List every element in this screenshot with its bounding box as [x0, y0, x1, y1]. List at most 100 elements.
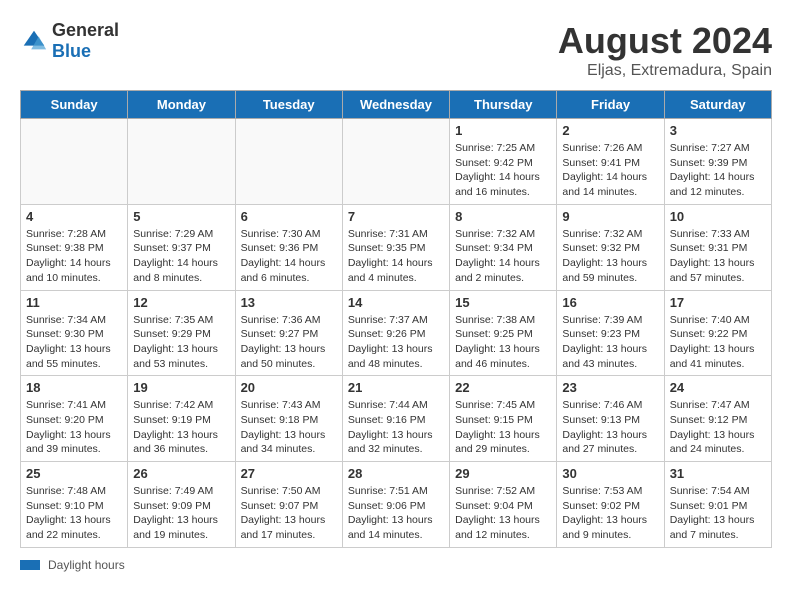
calendar-day-cell: 15Sunrise: 7:38 AM Sunset: 9:25 PM Dayli…	[450, 290, 557, 376]
calendar-day-cell: 26 Sunrise: 7:49 AM Sunset: 9:09 PM Dayli…	[128, 462, 235, 548]
calendar-day-cell: 6 Sunrise: 7:30 AM Sunset: 9:36 PM Daylig…	[235, 204, 342, 290]
day-info: Sunrise: 7:42 AM Sunset: 9:19 PM Dayligh…	[133, 398, 229, 457]
page-subtitle: Eljas, Extremadura, Spain	[558, 62, 772, 80]
calendar-day-cell: 16 Sunrise: 7:39 AM Sunset: 9:23 PM Dayli…	[557, 290, 664, 376]
logo-text: General Blue	[52, 20, 119, 62]
day-info: Sunrise: 7:30 AM Sunset: 9:36 PM Dayligh…	[241, 227, 337, 286]
day-info: Sunrise: 7:34 AM Sunset: 9:30 PM Dayligh…	[26, 313, 122, 372]
day-number: 24	[670, 380, 766, 395]
calendar-day-cell: 9 Sunrise: 7:32 AM Sunset: 9:32 PM Daylig…	[557, 204, 664, 290]
calendar-day-cell: 8Sunrise: 7:32 AM Sunset: 9:34 PM Daylig…	[450, 204, 557, 290]
calendar-day-cell: 3 Sunrise: 7:27 AM Sunset: 9:39 PM Daylig…	[664, 119, 771, 205]
day-number: 26	[133, 466, 229, 481]
day-number: 19	[133, 380, 229, 395]
day-info: Sunrise: 7:26 AM Sunset: 9:41 PM Dayligh…	[562, 141, 658, 200]
day-number: 23	[562, 380, 658, 395]
calendar-week-row: 11Sunrise: 7:34 AM Sunset: 9:30 PM Dayli…	[21, 290, 772, 376]
day-number: 14	[348, 295, 444, 310]
legend-label: Daylight hours	[48, 558, 125, 572]
calendar-day-cell: 17Sunrise: 7:40 AM Sunset: 9:22 PM Dayli…	[664, 290, 771, 376]
day-info: Sunrise: 7:35 AM Sunset: 9:29 PM Dayligh…	[133, 313, 229, 372]
day-info: Sunrise: 7:51 AM Sunset: 9:06 PM Dayligh…	[348, 484, 444, 543]
calendar-day-cell: 30 Sunrise: 7:53 AM Sunset: 9:02 PM Dayli…	[557, 462, 664, 548]
calendar-day-cell: 13 Sunrise: 7:36 AM Sunset: 9:27 PM Dayli…	[235, 290, 342, 376]
day-number: 30	[562, 466, 658, 481]
day-number: 16	[562, 295, 658, 310]
day-info: Sunrise: 7:53 AM Sunset: 9:02 PM Dayligh…	[562, 484, 658, 543]
day-info: Sunrise: 7:45 AM Sunset: 9:15 PM Dayligh…	[455, 398, 551, 457]
day-info: Sunrise: 7:39 AM Sunset: 9:23 PM Dayligh…	[562, 313, 658, 372]
calendar-body: 1 Sunrise: 7:25 AM Sunset: 9:42 PM Daylig…	[21, 119, 772, 548]
calendar-table: SundayMondayTuesdayWednesdayThursdayFrid…	[20, 90, 772, 548]
day-number: 10	[670, 209, 766, 224]
day-number: 8	[455, 209, 551, 224]
day-number: 25	[26, 466, 122, 481]
day-number: 15	[455, 295, 551, 310]
day-info: Sunrise: 7:29 AM Sunset: 9:37 PM Dayligh…	[133, 227, 229, 286]
day-info: Sunrise: 7:31 AM Sunset: 9:35 PM Dayligh…	[348, 227, 444, 286]
day-info: Sunrise: 7:47 AM Sunset: 9:12 PM Dayligh…	[670, 398, 766, 457]
day-number: 20	[241, 380, 337, 395]
day-info: Sunrise: 7:41 AM Sunset: 9:20 PM Dayligh…	[26, 398, 122, 457]
calendar-day-cell: 10 Sunrise: 7:33 AM Sunset: 9:31 PM Dayli…	[664, 204, 771, 290]
day-info: Sunrise: 7:36 AM Sunset: 9:27 PM Dayligh…	[241, 313, 337, 372]
calendar-header-row: SundayMondayTuesdayWednesdayThursdayFrid…	[21, 91, 772, 119]
calendar-day-cell: 14 Sunrise: 7:37 AM Sunset: 9:26 PM Dayli…	[342, 290, 449, 376]
day-number: 7	[348, 209, 444, 224]
day-number: 29	[455, 466, 551, 481]
calendar-day-cell: 18 Sunrise: 7:41 AM Sunset: 9:20 PM Dayli…	[21, 376, 128, 462]
calendar-header-cell: Thursday	[450, 91, 557, 119]
day-number: 3	[670, 123, 766, 138]
calendar-day-cell: 23Sunrise: 7:46 AM Sunset: 9:13 PM Dayli…	[557, 376, 664, 462]
calendar-day-cell: 24 Sunrise: 7:47 AM Sunset: 9:12 PM Dayli…	[664, 376, 771, 462]
calendar-week-row: 25Sunrise: 7:48 AM Sunset: 9:10 PM Dayli…	[21, 462, 772, 548]
calendar-day-cell: 19 Sunrise: 7:42 AM Sunset: 9:19 PM Dayli…	[128, 376, 235, 462]
day-info: Sunrise: 7:44 AM Sunset: 9:16 PM Dayligh…	[348, 398, 444, 457]
calendar-day-cell: 25Sunrise: 7:48 AM Sunset: 9:10 PM Dayli…	[21, 462, 128, 548]
calendar-day-cell: 11Sunrise: 7:34 AM Sunset: 9:30 PM Dayli…	[21, 290, 128, 376]
calendar-header-cell: Friday	[557, 91, 664, 119]
page-title: August 2024	[558, 20, 772, 62]
day-number: 9	[562, 209, 658, 224]
day-info: Sunrise: 7:37 AM Sunset: 9:26 PM Dayligh…	[348, 313, 444, 372]
day-info: Sunrise: 7:33 AM Sunset: 9:31 PM Dayligh…	[670, 227, 766, 286]
calendar-week-row: 18 Sunrise: 7:41 AM Sunset: 9:20 PM Dayli…	[21, 376, 772, 462]
calendar-day-cell: 21Sunrise: 7:44 AM Sunset: 9:16 PM Dayli…	[342, 376, 449, 462]
day-number: 1	[455, 123, 551, 138]
day-info: Sunrise: 7:32 AM Sunset: 9:32 PM Dayligh…	[562, 227, 658, 286]
day-info: Sunrise: 7:28 AM Sunset: 9:38 PM Dayligh…	[26, 227, 122, 286]
calendar-day-cell: 5Sunrise: 7:29 AM Sunset: 9:37 PM Daylig…	[128, 204, 235, 290]
calendar-day-cell: 12 Sunrise: 7:35 AM Sunset: 9:29 PM Dayli…	[128, 290, 235, 376]
calendar-day-cell	[342, 119, 449, 205]
day-number: 27	[241, 466, 337, 481]
day-number: 28	[348, 466, 444, 481]
calendar-week-row: 4Sunrise: 7:28 AM Sunset: 9:38 PM Daylig…	[21, 204, 772, 290]
day-info: Sunrise: 7:54 AM Sunset: 9:01 PM Dayligh…	[670, 484, 766, 543]
calendar-day-cell: 2 Sunrise: 7:26 AM Sunset: 9:41 PM Daylig…	[557, 119, 664, 205]
calendar-day-cell: 28 Sunrise: 7:51 AM Sunset: 9:06 PM Dayli…	[342, 462, 449, 548]
calendar-day-cell: 7 Sunrise: 7:31 AM Sunset: 9:35 PM Daylig…	[342, 204, 449, 290]
calendar-day-cell: 29 Sunrise: 7:52 AM Sunset: 9:04 PM Dayli…	[450, 462, 557, 548]
day-number: 22	[455, 380, 551, 395]
day-info: Sunrise: 7:27 AM Sunset: 9:39 PM Dayligh…	[670, 141, 766, 200]
calendar-day-cell: 31 Sunrise: 7:54 AM Sunset: 9:01 PM Dayli…	[664, 462, 771, 548]
calendar-day-cell: 1 Sunrise: 7:25 AM Sunset: 9:42 PM Daylig…	[450, 119, 557, 205]
day-info: Sunrise: 7:49 AM Sunset: 9:09 PM Dayligh…	[133, 484, 229, 543]
day-info: Sunrise: 7:25 AM Sunset: 9:42 PM Dayligh…	[455, 141, 551, 200]
day-number: 17	[670, 295, 766, 310]
legend: Daylight hours	[20, 558, 772, 572]
calendar-header-cell: Monday	[128, 91, 235, 119]
calendar-week-row: 1 Sunrise: 7:25 AM Sunset: 9:42 PM Daylig…	[21, 119, 772, 205]
logo-icon	[20, 27, 48, 55]
day-number: 2	[562, 123, 658, 138]
day-number: 12	[133, 295, 229, 310]
calendar-header-cell: Wednesday	[342, 91, 449, 119]
day-number: 6	[241, 209, 337, 224]
calendar-header-cell: Saturday	[664, 91, 771, 119]
day-number: 18	[26, 380, 122, 395]
day-number: 13	[241, 295, 337, 310]
day-info: Sunrise: 7:52 AM Sunset: 9:04 PM Dayligh…	[455, 484, 551, 543]
day-number: 31	[670, 466, 766, 481]
logo: General Blue	[20, 20, 119, 62]
day-info: Sunrise: 7:50 AM Sunset: 9:07 PM Dayligh…	[241, 484, 337, 543]
